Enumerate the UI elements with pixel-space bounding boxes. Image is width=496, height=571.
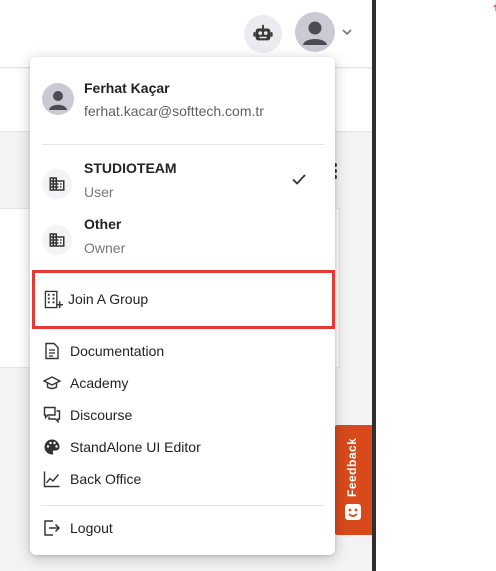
org-name: Other [84,216,122,232]
menu-item-standalone-ui-editor[interactable]: StandAlone UI Editor [30,433,335,463]
profile-dropdown-menu: Ferhat Kaçar ferhat.kacar@softtech.com.t… [30,57,335,555]
chevron-down-icon[interactable] [340,25,354,39]
smile-icon [345,504,361,520]
profile-avatar-button[interactable] [295,12,335,52]
menu-item-label: Documentation [70,343,165,359]
join-group-label: Join A Group [68,291,149,307]
checkmark-icon [292,174,306,185]
feedback-tab[interactable]: Feedback [334,425,372,535]
join-group-button[interactable]: Join A Group [32,270,335,329]
menu-item-academy[interactable]: Academy [30,369,335,399]
document-icon [45,342,59,360]
window-edge [372,0,376,571]
logout-icon [44,520,61,536]
menu-item-label: StandAlone UI Editor [70,439,201,455]
logout-button[interactable]: Logout [30,514,335,544]
forum-icon [43,406,61,424]
org-avatar [42,225,72,255]
menu-item-label: Academy [70,375,129,391]
menu-divider [42,505,325,506]
add-building-icon [44,290,63,309]
palette-icon [44,439,60,455]
menu-item-label: Back Office [70,471,142,487]
line-chart-icon [43,471,60,488]
org-role: User [84,184,114,200]
menu-item-documentation[interactable]: Documentation [30,337,335,367]
building-icon [49,233,65,247]
assistant-button[interactable] [244,15,282,53]
avatar [42,83,74,115]
menu-item-back-office[interactable]: Back Office [30,465,335,495]
org-avatar [42,169,72,199]
person-icon [303,21,327,45]
red-mark-icon: ✝ [492,4,496,14]
robot-icon [253,24,273,41]
org-item-studioteam[interactable]: STUDIOTEAM User [30,157,335,207]
org-item-other[interactable]: Other Owner [30,213,335,263]
menu-divider [42,144,325,145]
org-name: STUDIOTEAM [84,160,177,176]
menu-item-discourse[interactable]: Discourse [30,401,335,431]
org-role: Owner [84,240,126,256]
feedback-label: Feedback [345,437,359,497]
building-icon [49,177,65,191]
person-icon [49,91,67,110]
user-email: ferhat.kacar@softtech.com.tr [84,103,264,119]
user-name: Ferhat Kaçar [84,80,170,96]
graduation-cap-icon [43,376,61,390]
logout-label: Logout [70,520,113,536]
menu-item-label: Discourse [70,407,133,423]
